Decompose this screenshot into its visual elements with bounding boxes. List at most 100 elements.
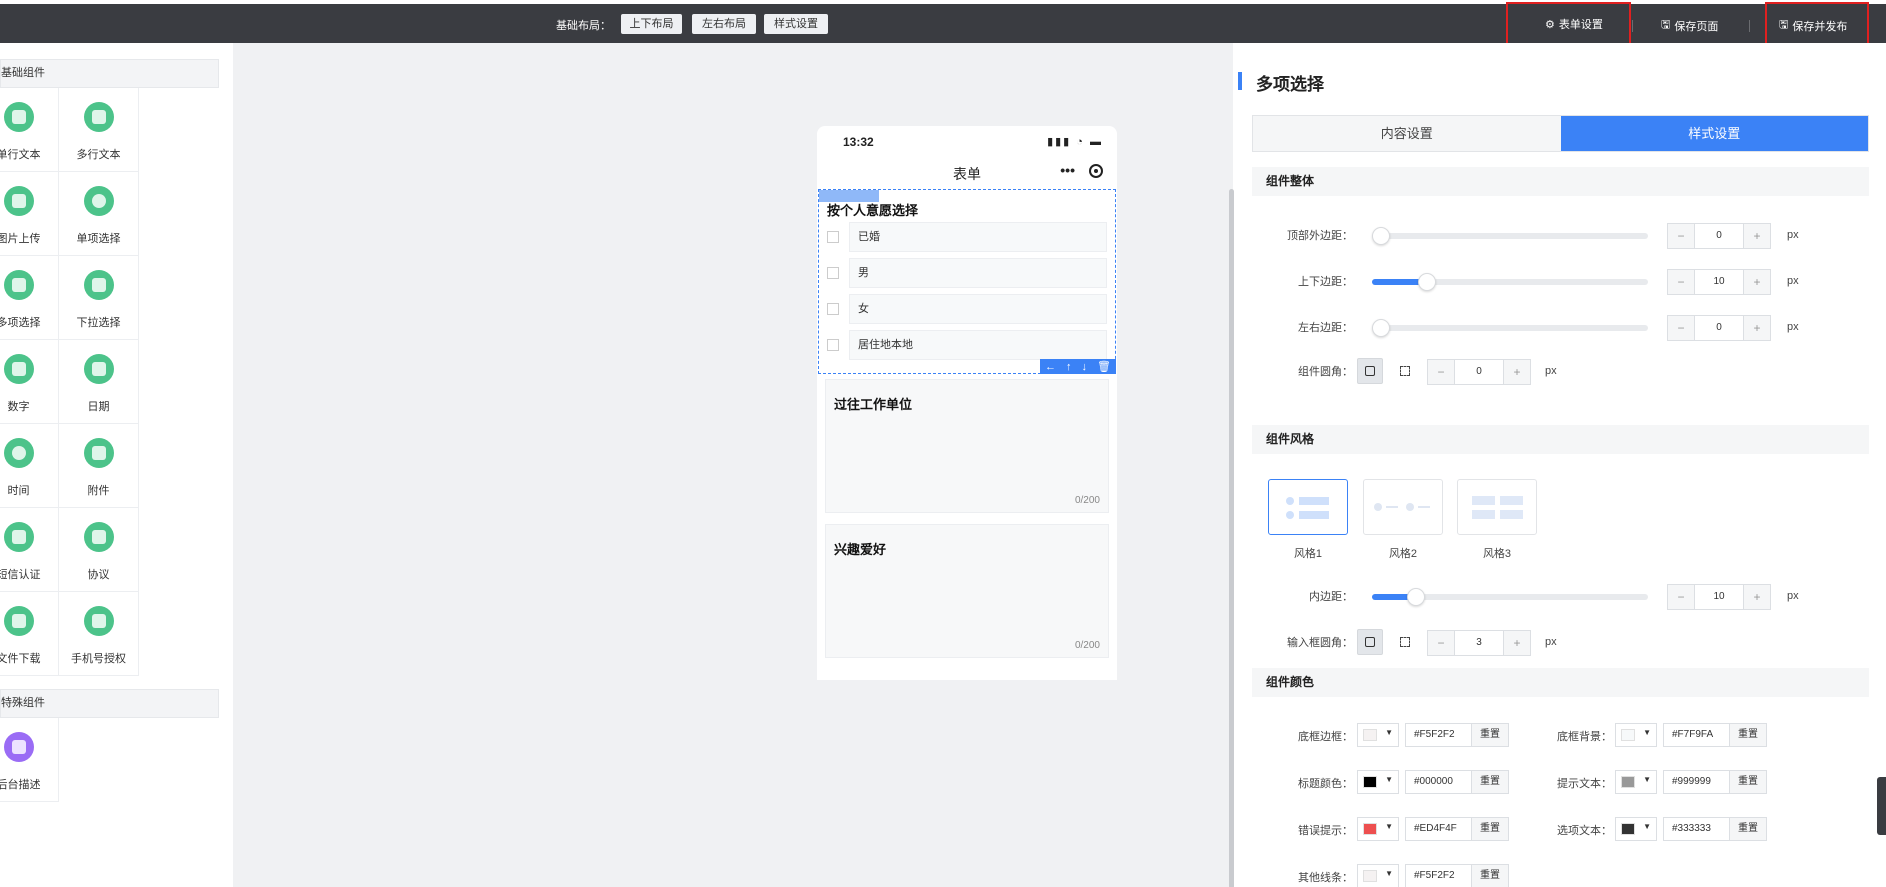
hex-value[interactable]: #F7F9FA xyxy=(1664,724,1729,746)
more-icon[interactable]: ••• xyxy=(1060,162,1075,178)
increment-button[interactable]: + xyxy=(1744,224,1770,248)
style-option-2[interactable] xyxy=(1363,479,1443,535)
increment-button[interactable]: + xyxy=(1744,270,1770,294)
top-margin-stepper[interactable]: − 0 + xyxy=(1667,223,1771,249)
decrement-button[interactable]: − xyxy=(1668,585,1694,609)
slider-thumb[interactable] xyxy=(1418,273,1437,291)
layout-vertical-button[interactable]: 上下布局 xyxy=(621,14,682,34)
color-picker-swatch[interactable]: ▼ xyxy=(1615,770,1657,794)
component-single-choice[interactable]: 单项选择 xyxy=(59,172,139,256)
decrement-button[interactable]: − xyxy=(1668,270,1694,294)
horizontal-padding-slider[interactable] xyxy=(1372,319,1648,337)
checkbox[interactable] xyxy=(827,303,839,315)
square-corner-button[interactable] xyxy=(1357,629,1383,655)
option-item[interactable]: 居住地本地 xyxy=(827,330,1107,360)
increment-button[interactable]: + xyxy=(1744,316,1770,340)
reset-button[interactable]: 重置 xyxy=(1729,771,1766,793)
tab-content-settings[interactable]: 内容设置 xyxy=(1253,116,1561,151)
inner-padding-stepper[interactable]: − 10 + xyxy=(1667,584,1771,610)
stepper-value[interactable]: 3 xyxy=(1454,631,1504,655)
slider-thumb[interactable] xyxy=(1407,588,1426,606)
move-up-icon[interactable]: ↑ xyxy=(1066,361,1072,373)
color-picker-swatch[interactable]: ▼ xyxy=(1357,770,1399,794)
hex-value[interactable]: #999999 xyxy=(1664,771,1729,793)
textarea-field[interactable]: 兴趣爱好 0/200 xyxy=(825,524,1109,658)
reset-button[interactable]: 重置 xyxy=(1729,724,1766,746)
component-sms-auth[interactable]: 短信认证 xyxy=(0,508,59,592)
checkbox[interactable] xyxy=(827,231,839,243)
target-icon[interactable] xyxy=(1089,164,1103,178)
color-picker-swatch[interactable]: ▼ xyxy=(1615,817,1657,841)
delete-icon[interactable]: 🗑 xyxy=(1097,360,1111,373)
vertical-padding-stepper[interactable]: − 10 + xyxy=(1667,269,1771,295)
canvas-scrollbar[interactable] xyxy=(1229,189,1234,887)
color-picker-swatch[interactable]: ▼ xyxy=(1357,817,1399,841)
vertical-padding-slider[interactable] xyxy=(1372,273,1648,291)
component-phone-auth[interactable]: 手机号授权 xyxy=(59,592,139,676)
custom-corner-button[interactable] xyxy=(1392,358,1418,384)
top-margin-slider[interactable] xyxy=(1372,227,1648,245)
increment-button[interactable]: + xyxy=(1744,585,1770,609)
component-attachment[interactable]: 附件 xyxy=(59,424,139,508)
custom-corner-button[interactable] xyxy=(1392,629,1418,655)
save-page-button[interactable]: 🖫 保存页面 xyxy=(1661,16,1718,35)
component-time[interactable]: 时间 xyxy=(0,424,59,508)
component-multi-choice[interactable]: 多项选择 xyxy=(0,256,59,340)
move-down-icon[interactable]: ↓ xyxy=(1082,361,1088,373)
option-item[interactable]: 男 xyxy=(827,258,1107,288)
stepper-value[interactable]: 0 xyxy=(1454,360,1504,384)
reset-button[interactable]: 重置 xyxy=(1471,771,1508,793)
reset-button[interactable]: 重置 xyxy=(1471,724,1508,746)
decrement-button[interactable]: − xyxy=(1668,224,1694,248)
component-image-upload[interactable]: 图片上传 xyxy=(0,172,59,256)
style-option-3[interactable] xyxy=(1457,479,1537,535)
component-radius-stepper[interactable]: − 0 + xyxy=(1427,359,1531,385)
stepper-value[interactable]: 10 xyxy=(1694,270,1744,294)
style-settings-button[interactable]: 样式设置 xyxy=(764,14,828,34)
move-left-icon[interactable]: ← xyxy=(1045,361,1056,373)
component-multi-text[interactable]: 多行文本 xyxy=(59,88,139,172)
stepper-value[interactable]: 0 xyxy=(1694,316,1744,340)
layout-horizontal-button[interactable]: 左右布局 xyxy=(692,14,756,34)
component-number[interactable]: 数字 xyxy=(0,340,59,424)
decrement-button[interactable]: − xyxy=(1668,316,1694,340)
square-corner-button[interactable] xyxy=(1357,358,1383,384)
hex-value[interactable]: #F5F2F2 xyxy=(1406,865,1471,887)
hex-value[interactable]: #ED4F4F xyxy=(1406,818,1471,840)
hex-value[interactable]: #F5F2F2 xyxy=(1406,724,1471,746)
component-date[interactable]: 日期 xyxy=(59,340,139,424)
hex-value[interactable]: #333333 xyxy=(1664,818,1729,840)
stepper-value[interactable]: 10 xyxy=(1694,585,1744,609)
decrement-button[interactable]: − xyxy=(1428,631,1454,655)
increment-button[interactable]: + xyxy=(1504,360,1530,384)
reset-button[interactable]: 重置 xyxy=(1471,818,1508,840)
reset-button[interactable]: 重置 xyxy=(1729,818,1766,840)
input-radius-stepper[interactable]: − 3 + xyxy=(1427,630,1531,656)
checkbox[interactable] xyxy=(827,339,839,351)
slider-thumb[interactable] xyxy=(1372,319,1390,337)
reset-button[interactable]: 重置 xyxy=(1471,865,1508,887)
color-picker-swatch[interactable]: ▼ xyxy=(1615,723,1657,747)
option-item[interactable]: 女 xyxy=(827,294,1107,324)
color-picker-swatch[interactable]: ▼ xyxy=(1357,723,1399,747)
checkbox[interactable] xyxy=(827,267,839,279)
horizontal-padding-stepper[interactable]: − 0 + xyxy=(1667,315,1771,341)
component-backend-description[interactable]: 后台描述 xyxy=(0,718,59,802)
component-agreement[interactable]: 协议 xyxy=(59,508,139,592)
increment-button[interactable]: + xyxy=(1504,631,1530,655)
selected-multi-choice-field[interactable]: 按个人意愿选择 已婚 男 女 居住地本地 ← ↑ ↓ 🗑 xyxy=(818,189,1116,374)
textarea-field[interactable]: 过往工作单位 0/200 xyxy=(825,379,1109,513)
tab-style-settings[interactable]: 样式设置 xyxy=(1560,116,1868,151)
decrement-button[interactable]: − xyxy=(1428,360,1454,384)
component-dropdown[interactable]: 下拉选择 xyxy=(59,256,139,340)
color-picker-swatch[interactable]: ▼ xyxy=(1357,864,1399,887)
hex-value[interactable]: #000000 xyxy=(1406,771,1471,793)
component-file-download[interactable]: 文件下载 xyxy=(0,592,59,676)
component-single-text[interactable]: 单行文本 xyxy=(0,88,59,172)
inner-padding-slider[interactable] xyxy=(1372,588,1648,606)
stepper-value[interactable]: 0 xyxy=(1694,224,1744,248)
slider-thumb[interactable] xyxy=(1372,227,1390,245)
option-item[interactable]: 已婚 xyxy=(827,222,1107,252)
side-handle[interactable] xyxy=(1877,777,1886,835)
style-option-1[interactable] xyxy=(1268,479,1348,535)
